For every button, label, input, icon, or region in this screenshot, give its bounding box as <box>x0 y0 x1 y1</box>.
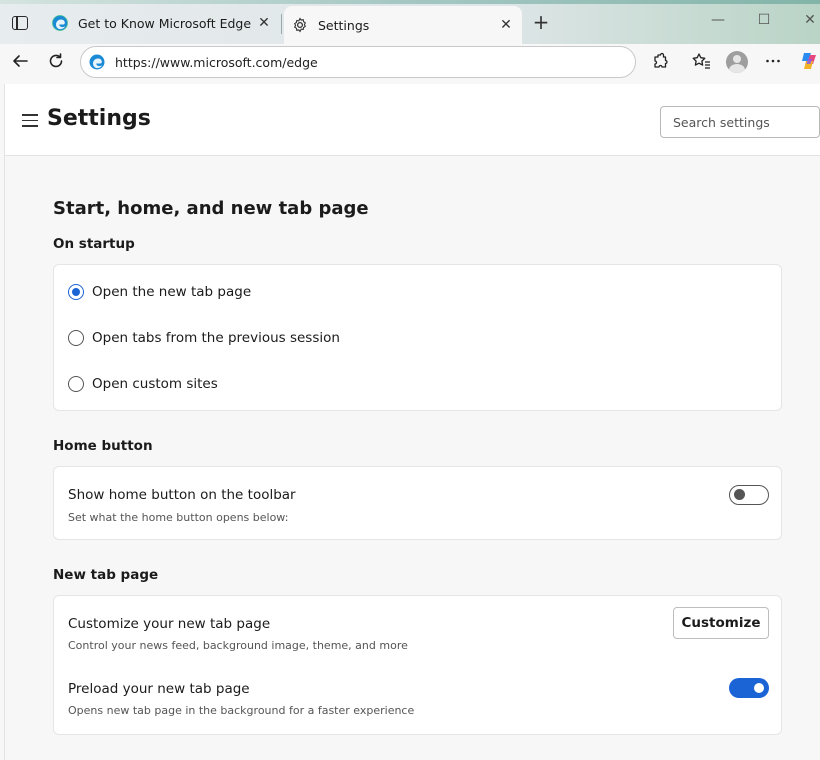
startup-option-new-tab[interactable]: Open the new tab page <box>68 284 251 300</box>
tab-label: Settings <box>318 17 370 33</box>
radio-button[interactable] <box>68 376 84 392</box>
home-button-sub: Set what the home button opens below: <box>68 511 289 524</box>
extensions-button[interactable] <box>647 48 673 74</box>
edge-icon <box>52 15 68 31</box>
settings-content: Start, home, and new tab page On startup… <box>5 156 820 760</box>
gear-icon <box>293 17 307 33</box>
more-icon <box>766 59 780 63</box>
new-tab-card: Customize your new tab page Control your… <box>53 595 782 735</box>
option-label: Open custom sites <box>92 376 218 392</box>
favorites-icon <box>692 53 710 69</box>
title-bar-decoration <box>0 0 820 4</box>
radio-button[interactable] <box>68 284 84 300</box>
settings-page: Settings Search settings Start, home, an… <box>4 84 820 760</box>
tab-get-to-know-edge[interactable]: Get to Know Microsoft Edge ✕ <box>44 6 280 40</box>
copilot-button[interactable] <box>798 48 820 74</box>
back-icon <box>13 55 28 67</box>
edge-icon <box>89 54 105 70</box>
page-title: Settings <box>47 106 151 131</box>
new-tab-group-title: New tab page <box>53 567 159 583</box>
url-text: https://www.microsoft.com/edge <box>115 54 318 70</box>
close-tab-icon[interactable]: ✕ <box>496 17 516 33</box>
title-bar: Get to Know Microsoft Edge ✕ Settings ✕ … <box>0 0 820 44</box>
minimize-icon[interactable]: — <box>706 12 730 28</box>
tab-settings[interactable]: Settings ✕ <box>284 6 522 44</box>
startup-group-title: On startup <box>53 236 135 252</box>
search-input[interactable]: Search settings <box>660 106 820 138</box>
customize-button[interactable]: Customize <box>673 607 769 639</box>
address-bar[interactable]: https://www.microsoft.com/edge <box>80 46 636 78</box>
customize-sub: Control your news feed, background image… <box>68 639 408 652</box>
option-label: Open tabs from the previous session <box>92 330 340 346</box>
tab-label: Get to Know Microsoft Edge <box>78 15 252 31</box>
customize-label: Customize your new tab page <box>68 616 271 632</box>
startup-card: Open the new tab page Open tabs from the… <box>53 264 782 411</box>
preload-sub: Opens new tab page in the background for… <box>68 704 415 717</box>
radio-button[interactable] <box>68 330 84 346</box>
extensions-icon <box>654 52 668 68</box>
startup-option-custom-sites[interactable]: Open custom sites <box>68 376 218 392</box>
favorites-button[interactable] <box>688 48 714 74</box>
option-label: Open the new tab page <box>92 284 252 300</box>
tab-separator <box>281 14 282 34</box>
close-window-icon[interactable]: ✕ <box>798 12 820 28</box>
home-button-toggle[interactable] <box>729 485 769 505</box>
refresh-button[interactable] <box>43 48 69 74</box>
section-title: Start, home, and new tab page <box>53 198 369 219</box>
home-button-card: Show home button on the toolbar Set what… <box>53 466 782 540</box>
close-tab-icon[interactable]: ✕ <box>254 15 274 31</box>
startup-option-previous-session[interactable]: Open tabs from the previous session <box>68 330 340 346</box>
preload-toggle[interactable] <box>729 678 769 698</box>
new-tab-button[interactable]: + <box>530 12 552 34</box>
copilot-icon <box>802 53 816 69</box>
profile-icon[interactable] <box>726 51 748 73</box>
home-button-label: Show home button on the toolbar <box>68 487 296 503</box>
browser-toolbar: https://www.microsoft.com/edge <box>0 44 820 82</box>
back-button[interactable] <box>7 48 33 74</box>
more-button[interactable] <box>760 48 786 74</box>
menu-icon[interactable] <box>22 114 38 127</box>
maximize-icon[interactable]: ☐ <box>752 12 776 28</box>
settings-header: Settings Search settings <box>5 84 820 156</box>
window-icon[interactable] <box>12 16 28 30</box>
preload-label: Preload your new tab page <box>68 681 250 697</box>
home-button-group-title: Home button <box>53 438 153 454</box>
refresh-icon <box>49 53 63 68</box>
